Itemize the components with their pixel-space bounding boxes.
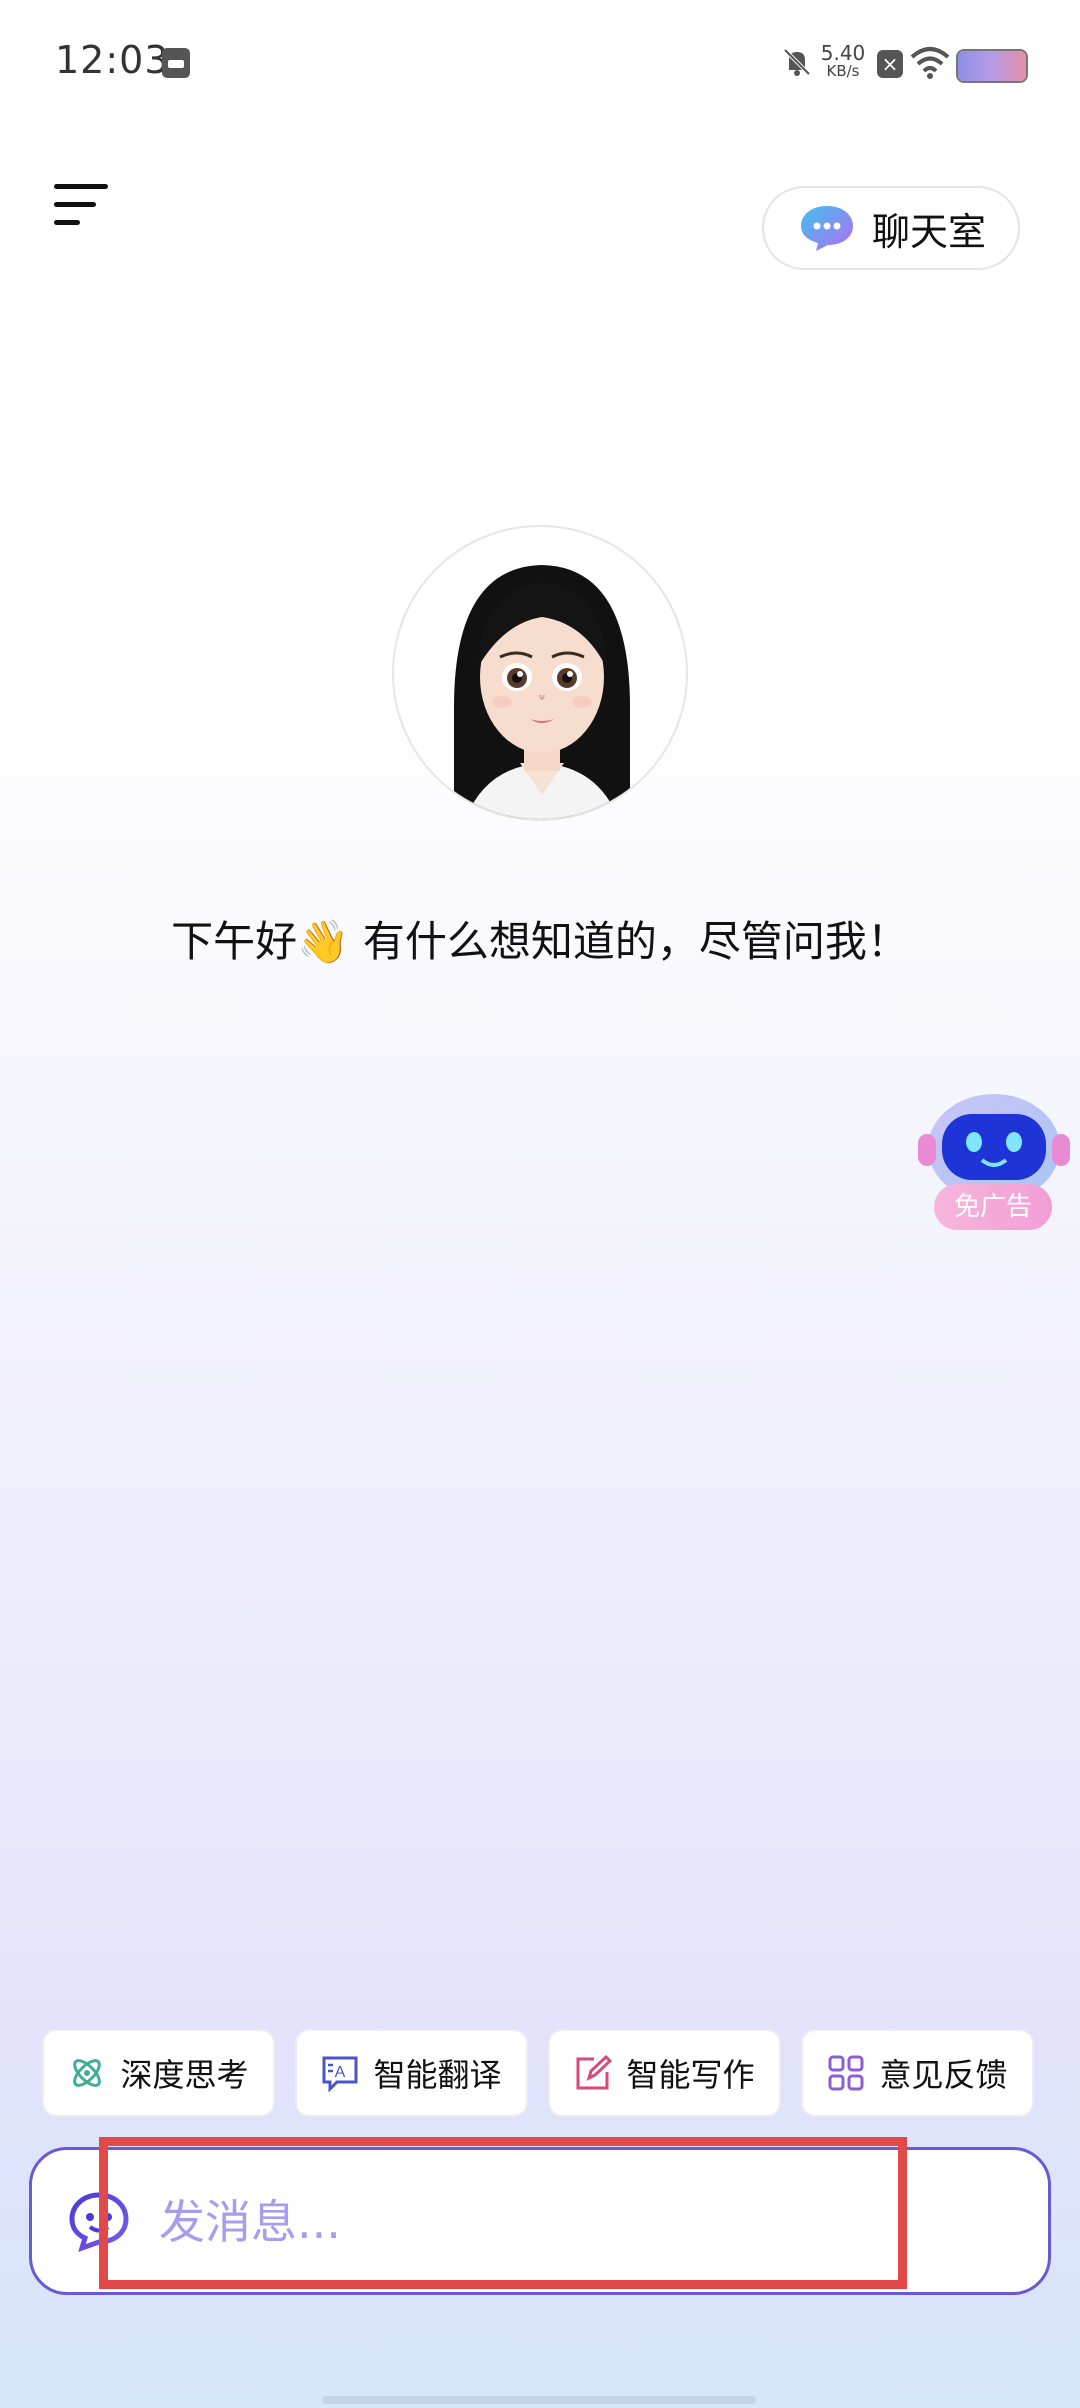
- highlight-box: [99, 2137, 907, 2289]
- mute-icon: [783, 48, 811, 76]
- status-bar: 12:03 5.40 KB/s ×: [0, 0, 1080, 128]
- atom-icon: [73, 2059, 102, 2087]
- smart-translate-label: 智能翻译: [373, 2056, 502, 2094]
- svg-text:A: A: [335, 2064, 346, 2081]
- ad-free-label[interactable]: 免广告: [934, 1184, 1052, 1230]
- smart-writing-label: 智能写作: [626, 2056, 755, 2094]
- menu-icon: [54, 184, 108, 189]
- sim-off-icon: ×: [877, 50, 903, 78]
- chat-bubble-icon: [801, 206, 853, 251]
- deep-thinking-button[interactable]: 深度思考: [42, 2029, 275, 2117]
- chat-room-label: 聊天室: [872, 209, 987, 254]
- greeting-text: 下午好👋 有什么想知道的，尽管问我！: [171, 917, 909, 966]
- status-time: 12:03: [55, 38, 170, 82]
- edit-icon: [576, 2054, 613, 2090]
- feedback-label: 意见反馈: [879, 2056, 1008, 2094]
- smart-writing-button[interactable]: 智能写作: [548, 2029, 781, 2117]
- assistant-avatar[interactable]: [392, 525, 688, 821]
- deep-thinking-label: 深度思考: [120, 2056, 249, 2094]
- feedback-button[interactable]: 意见反馈: [801, 2029, 1034, 2117]
- sim-icon: [162, 48, 190, 78]
- quick-actions: 深度思考 A 智能翻译 智能写作 意见反馈: [42, 2029, 1042, 2119]
- wifi-icon: [910, 47, 950, 79]
- net-speed-value: 5.40: [820, 41, 866, 65]
- battery-icon: [956, 49, 1028, 83]
- chat-room-button[interactable]: 聊天室: [762, 186, 1020, 270]
- home-indicator[interactable]: [322, 2396, 756, 2404]
- net-speed: 5.40 KB/s: [818, 41, 868, 80]
- menu-button[interactable]: [54, 182, 108, 228]
- grid-icon: [828, 2055, 864, 2091]
- smart-translate-button[interactable]: A 智能翻译: [295, 2029, 528, 2117]
- translate-icon: A: [322, 2056, 358, 2092]
- cartoon-girl-avatar: [454, 565, 630, 819]
